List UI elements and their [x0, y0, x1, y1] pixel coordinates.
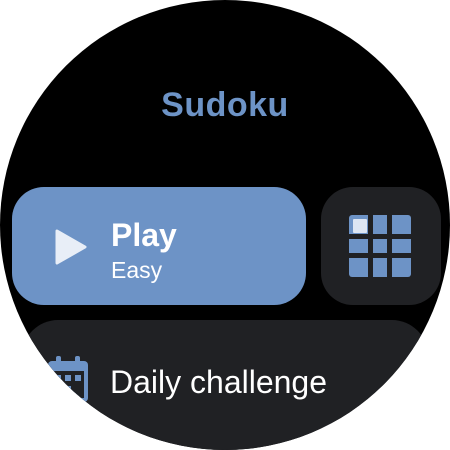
play-button[interactable]: Play Easy: [12, 187, 306, 305]
daily-challenge-button[interactable]: Daily challenge: [22, 320, 428, 450]
page: Sudoku Play Easy Daily challenge: [0, 0, 450, 450]
grid-icon: [349, 215, 411, 277]
calendar-icon: [48, 356, 88, 402]
app-title: Sudoku: [161, 86, 289, 124]
grid-button[interactable]: [321, 187, 441, 305]
play-label: Play: [111, 217, 177, 253]
difficulty-label: Easy: [111, 257, 163, 283]
play-icon: [55, 229, 87, 265]
daily-challenge-label: Daily challenge: [110, 364, 328, 400]
watch-screen: Sudoku Play Easy Daily challenge: [0, 0, 450, 450]
